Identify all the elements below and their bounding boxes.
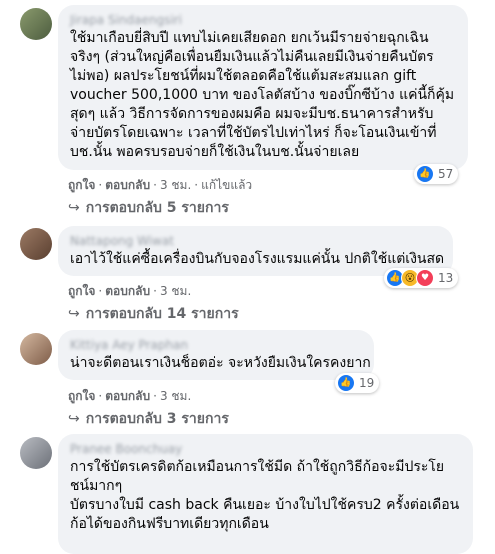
reaction-count: 19: [359, 376, 375, 390]
comment-bubble: Pranee Boonchuay การใช้บัตรเครดิตก้อเหมื…: [58, 434, 473, 554]
comment-text-line: จริงๆ (ส่วนใหญ่คือเพื่อนยืมเงินแล้วไม่คื…: [70, 49, 434, 65]
reaction-count: 57: [438, 167, 454, 181]
comment-text-line: ชน์มากๆ: [70, 478, 123, 494]
comment-text-line: สุดๆ แล้ว วิธีการจัดการของผมคือ ผมจะมีบช…: [70, 106, 434, 122]
timestamp[interactable]: 3 ชม.: [160, 389, 191, 403]
comment-author[interactable]: Nattapong Wiwat: [70, 234, 441, 248]
comment-text-line: ใช้มาเกือบยี่สิบปี แทบไม่เคยเสียดอก ยกเว…: [70, 30, 429, 46]
reply-arrow-icon: ↪: [68, 200, 80, 216]
comment-3: Kittiya Aey Praphan น่าจะดีตอนเราเงินช็อ…: [0, 320, 495, 427]
comment-author[interactable]: Pranee Boonchuay: [70, 442, 461, 456]
comment-text-line: บช.นั้น พอครบรอบจ่ายก็ใช้เงินในบช.นั้นจ่…: [70, 144, 360, 160]
avatar[interactable]: [20, 8, 52, 40]
avatar[interactable]: [20, 228, 52, 260]
like-reaction-icon: 👍: [337, 374, 355, 392]
comment-4: Pranee Boonchuay การใช้บัตรเครดิตก้อเหมื…: [0, 425, 495, 554]
reply-button[interactable]: ตอบกลับ: [105, 284, 150, 298]
reaction-count: 13: [438, 271, 454, 285]
comment-author[interactable]: Jirapa Sindaengsiri: [70, 13, 456, 27]
like-button[interactable]: ถูกใจ: [68, 389, 95, 403]
avatar[interactable]: [20, 333, 52, 365]
comment-text-line: ก้อได้ของกินฟรีบาทเดียวทุกเดือน: [70, 516, 269, 532]
avatar[interactable]: [20, 437, 52, 469]
reaction-summary[interactable]: 👍 😮 ♥ 13: [384, 268, 459, 288]
timestamp[interactable]: 3 ชม.: [160, 178, 191, 192]
reaction-summary[interactable]: 👍 19: [335, 373, 380, 393]
comment-text-line: เอาไว้ใช้แค่ซื้อเครื่องบินกับจองโรงแรมแค…: [70, 251, 445, 267]
replies-label: การตอบกลับ 5 รายการ: [85, 200, 229, 216]
comment-text-line: จ่ายบัตรโดยเฉพาะ เวลาที่ใช้บัตรไปเท่าไหร…: [70, 125, 437, 141]
like-button[interactable]: ถูกใจ: [68, 284, 95, 298]
comment-1: Jirapa Sindaengsiri ใช้มาเกือบยี่สิบปี แ…: [0, 0, 495, 220]
reply-button[interactable]: ตอบกลับ: [105, 178, 150, 192]
reply-button[interactable]: ตอบกลับ: [105, 389, 150, 403]
like-reaction-icon: 👍: [416, 165, 434, 183]
comment-actions: ถูกใจ · ตอบกลับ · 3 ชม.: [68, 389, 192, 403]
comment-author[interactable]: Kittiya Aey Praphan: [70, 338, 362, 352]
comment-text-line: การใช้บัตรเครดิตก้อเหมือนการใช้มีด ถ้าใช…: [70, 459, 445, 475]
comment-text-line: น่าจะดีตอนเราเงินช็อตอ่ะ จะหวังยืมเงินใค…: [70, 355, 371, 371]
view-replies-button[interactable]: ↪ การตอบกลับ 5 รายการ: [68, 197, 229, 219]
like-button[interactable]: ถูกใจ: [68, 178, 95, 192]
edited-label: แก้ไขแล้ว: [201, 178, 253, 192]
love-reaction-icon: ♥: [416, 269, 434, 287]
comment-actions: ถูกใจ · ตอบกลับ · 3 ชม.: [68, 284, 192, 298]
timestamp[interactable]: 3 ชม.: [160, 284, 191, 298]
comment-text-line: บัตรบางใบมี cash back คืนเยอะ บ้างใบไปใช…: [70, 497, 460, 513]
comment-actions: ถูกใจ · ตอบกลับ · 3 ชม. · แก้ไขแล้ว: [68, 178, 253, 192]
reaction-summary[interactable]: 👍 57: [414, 164, 459, 184]
comment-text-line: voucher 500,1000 บาท ของโลตัสบ้าง ของบิ๊…: [70, 87, 455, 103]
comment-2: Nattapong Wiwat เอาไว้ใช้แค่ซื้อเครื่องบ…: [0, 220, 495, 322]
comment-bubble: Kittiya Aey Praphan น่าจะดีตอนเราเงินช็อ…: [58, 330, 374, 380]
comment-text-line: ไม่พอ) ผลประโยชน์ที่ผมใช้ตลอดคือใช้แต้มส…: [70, 68, 417, 84]
comment-bubble: Jirapa Sindaengsiri ใช้มาเกือบยี่สิบปี แ…: [58, 5, 468, 170]
